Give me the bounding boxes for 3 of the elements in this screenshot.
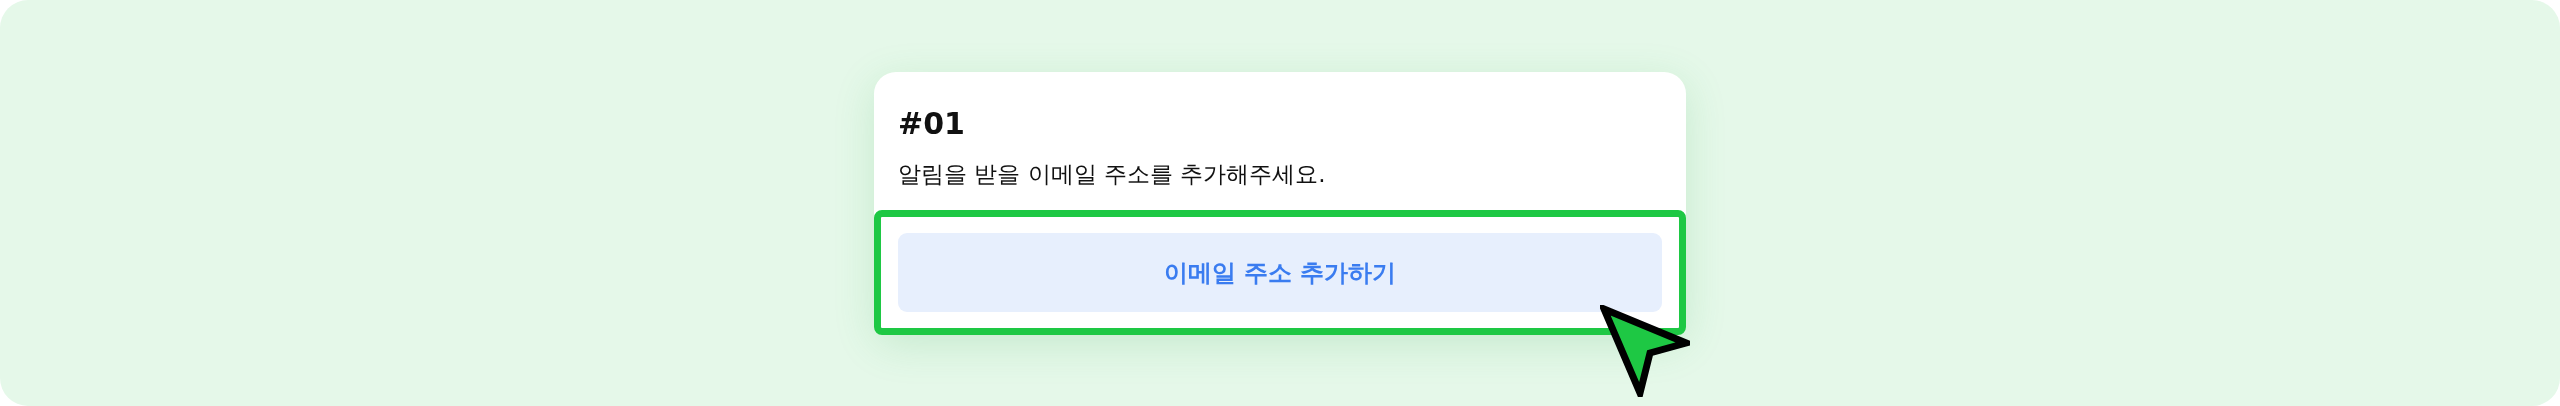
card-title: #01: [897, 105, 966, 142]
card-description: 알림을 받을 이메일 주소를 추가해주세요.: [897, 160, 1327, 189]
add-email-button[interactable]: 이메일 주소 추가하기: [898, 233, 1662, 312]
